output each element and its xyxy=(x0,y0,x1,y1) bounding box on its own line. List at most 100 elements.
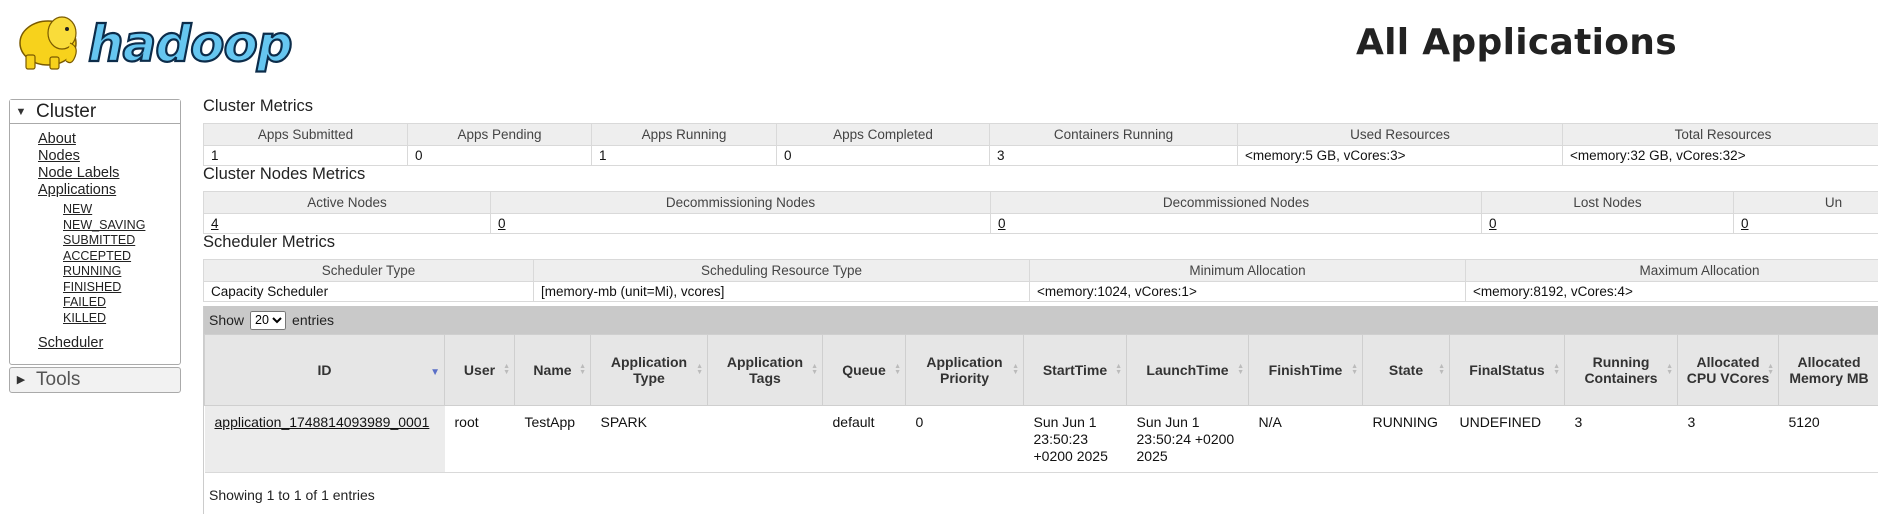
hadoop-logo: hadoop xyxy=(19,14,294,74)
sort-icon: ▲ ▼ xyxy=(811,363,818,376)
apps-submitted-value: 1 xyxy=(203,145,408,166)
col-allocated-cpu-vcores[interactable]: Allocated CPU VCores ▲ ▼ xyxy=(1677,334,1779,406)
col-total-resources: Total Resources xyxy=(1562,123,1878,146)
cluster-metrics-table: Apps Submitted Apps Pending Apps Running… xyxy=(203,123,1878,166)
col-apps-pending: Apps Pending xyxy=(407,123,592,146)
col-active-nodes: Active Nodes xyxy=(203,191,491,214)
cluster-metrics-title: Cluster Metrics xyxy=(203,97,314,115)
sidebar-item-scheduler[interactable]: Scheduler xyxy=(38,335,103,351)
sort-icon: ▲ ▼ xyxy=(1237,363,1244,376)
col-lost-nodes: Lost Nodes xyxy=(1481,191,1734,214)
col-apps-completed: Apps Completed xyxy=(776,123,990,146)
sidebar-state-killed[interactable]: KILLED xyxy=(63,311,106,325)
col-user[interactable]: User ▲ ▼ xyxy=(444,334,515,406)
sidebar-item-nodes[interactable]: Nodes xyxy=(38,148,80,164)
logo-text: hadoop xyxy=(88,15,292,73)
collapse-right-icon: ▶ xyxy=(16,374,26,386)
col-application-priority[interactable]: Application Priority ▲ ▼ xyxy=(905,334,1024,406)
apps-running-value: 1 xyxy=(591,145,777,166)
elephant-icon xyxy=(19,16,77,70)
maximum-allocation-value: <memory:8192, vCores:4> xyxy=(1465,281,1878,302)
total-resources-value: <memory:32 GB, vCores:32> xyxy=(1562,145,1878,166)
table-row: application_1748814093989_0001 root Test… xyxy=(204,405,1878,473)
sidebar-state-failed[interactable]: FAILED xyxy=(63,295,106,309)
page-title: All Applications xyxy=(1356,22,1677,63)
application-id-link[interactable]: application_1748814093989_0001 xyxy=(215,414,430,430)
sidebar-state-running[interactable]: RUNNING xyxy=(63,264,121,278)
sidebar-item-node-labels[interactable]: Node Labels xyxy=(38,165,119,181)
col-containers-running: Containers Running xyxy=(989,123,1238,146)
sort-icon: ▲ ▼ xyxy=(1115,363,1122,376)
sidebar-tools-panel[interactable]: ▶ Tools xyxy=(9,367,181,393)
col-allocated-memory-mb[interactable]: Allocated Memory MB xyxy=(1778,334,1878,406)
cell-running-containers: 3 xyxy=(1564,405,1678,473)
applications-table: ID ▼ User ▲ ▼ Name ▲ ▼ Application Type ▲ ▼ App… xyxy=(204,334,1878,473)
sidebar-item-applications[interactable]: Applications xyxy=(38,182,116,198)
scheduler-metrics-title: Scheduler Metrics xyxy=(203,233,336,251)
cell-launch-time: Sun Jun 1 23:50:24 +0200 2025 xyxy=(1126,405,1249,473)
sort-icon: ▲ ▼ xyxy=(1351,363,1358,376)
sort-icon: ▲ ▼ xyxy=(696,363,703,376)
scheduling-resource-type-value: [memory-mb (unit=Mi), vcores] xyxy=(533,281,1030,302)
cell-application-type: SPARK xyxy=(590,405,708,473)
cell-allocated-memory: 5120 xyxy=(1778,405,1878,473)
lost-nodes-link[interactable]: 0 xyxy=(1489,216,1497,231)
containers-running-value: 3 xyxy=(989,145,1238,166)
entries-label: entries xyxy=(292,312,335,328)
apps-pending-value: 0 xyxy=(407,145,592,166)
col-state[interactable]: State ▲ ▼ xyxy=(1362,334,1450,406)
cell-application-tags xyxy=(707,405,823,473)
sidebar-state-accepted[interactable]: ACCEPTED xyxy=(63,249,131,263)
node-metrics-table: Active Nodes Decommissioning Nodes Decom… xyxy=(203,191,1878,234)
cell-state: RUNNING xyxy=(1362,405,1450,473)
col-used-resources: Used Resources xyxy=(1237,123,1563,146)
col-id[interactable]: ID ▼ xyxy=(204,334,445,406)
col-start-time[interactable]: StartTime ▲ ▼ xyxy=(1023,334,1127,406)
sidebar-item-about[interactable]: About xyxy=(38,131,76,147)
unhealthy-nodes-link[interactable]: 0 xyxy=(1741,216,1749,231)
sort-icon: ▲ ▼ xyxy=(1767,363,1774,376)
col-finish-time[interactable]: FinishTime ▲ ▼ xyxy=(1248,334,1363,406)
col-decommissioned-nodes: Decommissioned Nodes xyxy=(990,191,1482,214)
col-application-tags[interactable]: Application Tags ▲ ▼ xyxy=(707,334,823,406)
col-name[interactable]: Name ▲ ▼ xyxy=(514,334,591,406)
page-size-select[interactable]: 20 xyxy=(250,310,287,330)
used-resources-value: <memory:5 GB, vCores:3> xyxy=(1237,145,1563,166)
applications-panel: Show 20 entries ID ▼ User ▲ ▼ Name ▲ ▼ Applic… xyxy=(203,306,1878,514)
cell-final-status: UNDEFINED xyxy=(1449,405,1565,473)
sidebar-state-finished[interactable]: FINISHED xyxy=(63,280,121,294)
col-final-status[interactable]: FinalStatus ▲ ▼ xyxy=(1449,334,1565,406)
active-nodes-link[interactable]: 4 xyxy=(211,216,219,231)
sort-icon: ▲ ▼ xyxy=(503,363,510,376)
col-unhealthy-nodes: Un xyxy=(1733,191,1878,214)
col-application-type[interactable]: Application Type ▲ ▼ xyxy=(590,334,708,406)
col-running-containers[interactable]: Running Containers ▲ ▼ xyxy=(1564,334,1678,406)
cell-finish-time: N/A xyxy=(1248,405,1363,473)
col-scheduling-resource-type: Scheduling Resource Type xyxy=(533,259,1030,282)
decommissioned-nodes-link[interactable]: 0 xyxy=(998,216,1006,231)
cell-queue: default xyxy=(822,405,906,473)
decommissioning-nodes-link[interactable]: 0 xyxy=(498,216,506,231)
cell-start-time: Sun Jun 1 23:50:23 +0200 2025 xyxy=(1023,405,1127,473)
sidebar-cluster-label: Cluster xyxy=(36,100,97,122)
sort-icon: ▲ ▼ xyxy=(1012,363,1019,376)
col-queue[interactable]: Queue ▲ ▼ xyxy=(822,334,906,406)
sort-icon: ▲ ▼ xyxy=(1438,363,1445,376)
sort-icon: ▲ ▼ xyxy=(894,363,901,376)
sidebar-cluster-header[interactable]: ▼ Cluster xyxy=(10,100,180,124)
col-minimum-allocation: Minimum Allocation xyxy=(1029,259,1466,282)
sidebar-state-new[interactable]: NEW xyxy=(63,202,92,216)
cell-priority: 0 xyxy=(905,405,1024,473)
col-launch-time[interactable]: LaunchTime ▲ ▼ xyxy=(1126,334,1249,406)
table-info: Showing 1 to 1 of 1 entries xyxy=(209,487,375,503)
sidebar-tools-header[interactable]: ▶ Tools xyxy=(10,368,180,391)
cell-allocated-vcores: 3 xyxy=(1677,405,1779,473)
sort-icon: ▲ ▼ xyxy=(1553,363,1560,376)
scheduler-type-value: Capacity Scheduler xyxy=(203,281,534,302)
sidebar-state-submitted[interactable]: SUBMITTED xyxy=(63,233,135,247)
page-length-control: Show 20 entries xyxy=(204,306,1878,334)
col-apps-submitted: Apps Submitted xyxy=(203,123,408,146)
sidebar-tools-label: Tools xyxy=(36,368,81,390)
collapse-down-icon: ▼ xyxy=(15,105,27,118)
sidebar-state-new-saving[interactable]: NEW_SAVING xyxy=(63,218,145,232)
